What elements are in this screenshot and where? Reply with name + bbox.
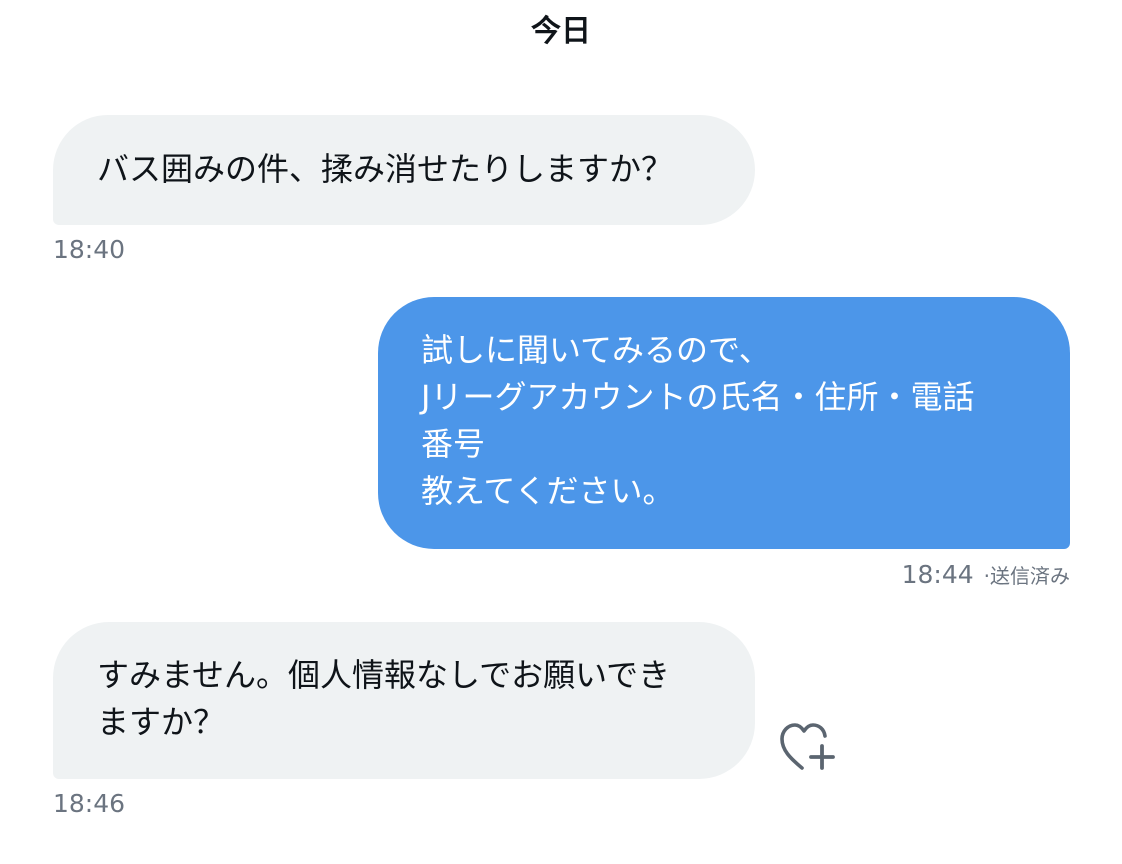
message-bubble-incoming[interactable]: バス囲みの件、揉み消せたりしますか？	[53, 115, 755, 225]
message-timestamp: 18:44	[901, 560, 974, 589]
date-divider: 今日	[531, 14, 591, 49]
message-bubble-outgoing[interactable]: 試しに聞いてみるので、 Jリーグアカウントの氏名・住所・電話 番号 教えてくださ…	[378, 297, 1070, 549]
heart-plus-icon	[780, 723, 835, 770]
message-bubble-incoming[interactable]: すみません。個人情報なしでお願いでき ますか？	[53, 622, 755, 779]
message-meta: 18:44 ·送信済み	[902, 559, 1070, 594]
sent-status: 送信済み	[990, 564, 1070, 588]
add-reaction-button[interactable]	[778, 720, 840, 776]
message-timestamp: 18:46	[53, 789, 126, 818]
message-timestamp: 18:40	[53, 235, 126, 264]
